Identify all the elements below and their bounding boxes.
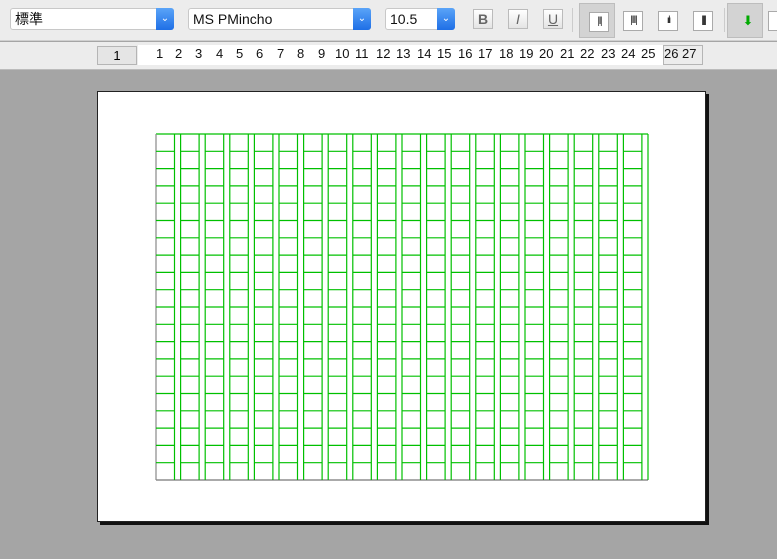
column-number[interactable]: 10 (335, 46, 349, 61)
column-number[interactable]: 4 (216, 46, 223, 61)
style-select[interactable]: 標準 ⌄ (10, 8, 174, 30)
font-size-select[interactable]: 10.5 ⌄ (385, 8, 455, 30)
toolbar: 標準 ⌄ MS PMincho ⌄ 10.5 ⌄ B I U |‖| |‖‖| ııl… (0, 0, 777, 41)
column-numbers: 1 2 3 4 5 6 7 8 9 10 11 12 13 14 15 16 17 18 19 20 21 22 23 24 2… (138, 45, 696, 65)
insert-up-button[interactable]: 1 (764, 3, 777, 38)
separator (724, 8, 725, 32)
column-highlight (663, 45, 703, 65)
style-value: 標準 (15, 11, 43, 27)
font-value: MS PMincho (193, 11, 273, 27)
column-number[interactable]: 2 (175, 46, 182, 61)
column-number[interactable]: 24 (621, 46, 635, 61)
column-number[interactable]: 23 (601, 46, 615, 61)
vertical-layout-4-button[interactable]: |||||| (684, 3, 720, 38)
column-number[interactable]: 19 (519, 46, 533, 61)
column-number[interactable]: 12 (376, 46, 390, 61)
separator (572, 8, 573, 32)
column-number[interactable]: 11 (355, 46, 369, 61)
column-number[interactable]: 6 (256, 46, 263, 61)
vertical-lines-icon: |||||| (693, 11, 713, 31)
vertical-lines-icon: |‖| (589, 12, 609, 32)
vertical-layout-1-button[interactable]: |‖| (579, 3, 615, 38)
column-number[interactable]: 9 (318, 46, 325, 61)
manuscript-grid (155, 133, 649, 481)
font-size-value: 10.5 (390, 11, 418, 27)
column-number[interactable]: 25 (641, 46, 655, 61)
chevron-down-icon[interactable]: ⌄ (353, 8, 371, 30)
column-number[interactable]: 22 (580, 46, 594, 61)
vertical-layout-2-button[interactable]: |‖‖| (614, 3, 650, 38)
column-ruler: 1 1 2 3 4 5 6 7 8 9 10 11 12 13 14 15 16 17 18 19 20 21 22 23 2… (0, 42, 777, 70)
column-number[interactable]: 13 (396, 46, 410, 61)
column-number[interactable]: 15 (437, 46, 451, 61)
italic-button[interactable]: I (508, 9, 528, 29)
column-number[interactable]: 3 (195, 46, 202, 61)
column-number[interactable]: 20 (539, 46, 553, 61)
vertical-lines-icon: |‖‖| (623, 11, 643, 31)
chevron-down-icon[interactable]: ⌄ (156, 8, 174, 30)
font-select[interactable]: MS PMincho ⌄ (188, 8, 371, 30)
vertical-lines-icon: ıılı (658, 11, 678, 31)
bold-button[interactable]: B (473, 9, 493, 29)
column-number[interactable]: 17 (478, 46, 492, 61)
insert-down-button[interactable]: ⬇ (727, 3, 763, 38)
chevron-down-icon[interactable]: ⌄ (437, 8, 455, 30)
column-number[interactable]: 21 (560, 46, 574, 61)
column-number[interactable]: 8 (297, 46, 304, 61)
column-number[interactable]: 14 (417, 46, 431, 61)
column-number[interactable]: 5 (236, 46, 243, 61)
column-number[interactable]: 16 (458, 46, 472, 61)
column-number[interactable]: 18 (499, 46, 513, 61)
arrow-down-icon: ⬇ (742, 13, 754, 28)
vertical-layout-3-button[interactable]: ıılı (649, 3, 685, 38)
column-number[interactable]: 7 (277, 46, 284, 61)
arrow-up-icon: 1 (768, 11, 777, 31)
underline-button[interactable]: U (543, 9, 563, 29)
column-number[interactable]: 1 (156, 46, 163, 61)
page-canvas[interactable] (97, 91, 706, 522)
page-number-box[interactable]: 1 (97, 46, 137, 65)
